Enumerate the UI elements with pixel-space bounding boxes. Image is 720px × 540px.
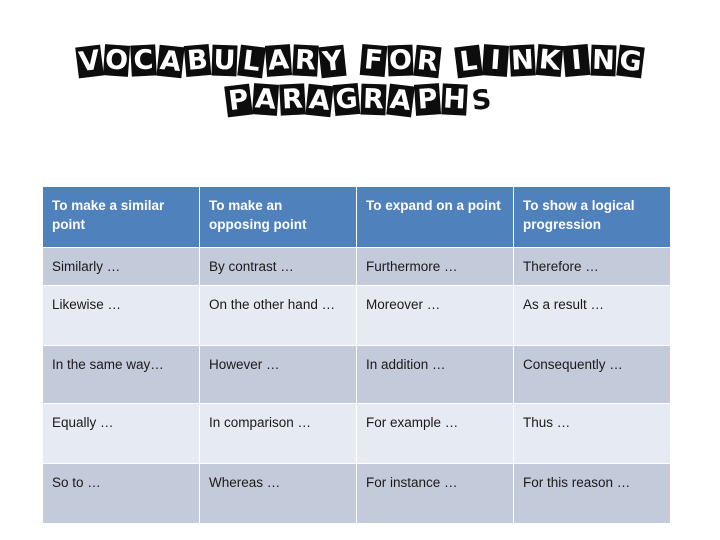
title-letter-tile: I	[481, 44, 510, 77]
table-cell: Moreover …	[356, 285, 514, 346]
table-header-row: To make a similar point To make an oppos…	[42, 186, 671, 248]
title-letter-tile: G	[616, 44, 645, 79]
table-row: In the same way… However … In addition ……	[42, 345, 671, 404]
title-line-1: VO C A B U L A R Y F O R L I N K I NG	[0, 43, 720, 79]
title-letter-tile: A	[156, 44, 185, 79]
title-letter-tile: R	[413, 44, 442, 79]
title-letter-tile: F	[359, 43, 388, 78]
title-letter-tile: R	[360, 83, 387, 116]
table-cell: Whereas …	[199, 463, 357, 524]
title-letter-tile: V	[75, 44, 104, 79]
table-cell: In addition …	[356, 345, 514, 404]
table-cell: Furthermore …	[356, 247, 514, 286]
slide-title: VO C A B U L A R Y F O R L I N K I NG P A R AG R A P H S	[0, 43, 720, 118]
title-letter-tile: N	[509, 44, 536, 77]
table-cell: So to …	[42, 463, 200, 524]
title-letter-tile: S	[467, 83, 496, 118]
table-cell: However …	[199, 345, 357, 404]
table-row: Likewise … On the other hand … Moreover …	[42, 285, 671, 346]
table-cell: For example …	[356, 403, 514, 464]
table-cell: As a result …	[513, 285, 671, 346]
table-row: Equally … In comparison … For example … …	[42, 403, 671, 464]
table-cell: In the same way…	[42, 345, 200, 404]
title-letter-tile: P	[413, 83, 442, 116]
title-letter-tile: R	[279, 83, 306, 116]
table-cell: Similarly …	[42, 247, 200, 286]
table-cell: For instance …	[356, 463, 514, 524]
table-cell: Therefore …	[513, 247, 671, 286]
table-row: Similarly … By contrast … Furthermore … …	[42, 247, 671, 286]
table-row: So to … Whereas … For instance … For thi…	[42, 463, 671, 524]
title-letter-tile: A	[251, 83, 280, 116]
title-letter-tile: R	[292, 44, 319, 77]
title-letter-tile: H	[441, 83, 468, 116]
title-line-2: P A R AG R A P H S	[0, 82, 720, 118]
title-letter-tile: A	[386, 83, 415, 118]
title-letter-tile: O	[102, 44, 131, 77]
title-letter-tile: I	[562, 43, 591, 78]
table-cell: For this reason …	[513, 463, 671, 524]
column-header-logical-progression: To show a logical progression	[513, 186, 671, 248]
linking-vocabulary-table: To make a similar point To make an oppos…	[42, 186, 671, 524]
table-cell: Thus …	[513, 403, 671, 464]
column-header-opposing-point: To make an opposing point	[199, 186, 357, 248]
column-header-similar-point: To make a similar point	[42, 186, 200, 248]
title-letter-tile: G	[332, 82, 361, 117]
table-body: Similarly … By contrast … Furthermore … …	[42, 247, 671, 524]
title-letter-tile: A	[305, 83, 334, 118]
table-cell: Consequently …	[513, 345, 671, 404]
title-letter-tile: L	[237, 44, 266, 79]
title-letter-tile: Y	[318, 44, 347, 79]
title-letter-tile: K	[535, 43, 564, 78]
title-letter-tile: U	[211, 44, 238, 77]
title-letter-tile: N	[590, 44, 617, 77]
title-letter-tile: B	[183, 43, 212, 78]
title-letter-tile: A	[264, 44, 293, 77]
column-header-expand-point: To expand on a point	[356, 186, 514, 248]
table-header: To make a similar point To make an oppos…	[42, 186, 671, 248]
table-cell: Equally …	[42, 403, 200, 464]
table-cell: Likewise …	[42, 285, 200, 346]
title-letter-tile: C	[130, 44, 157, 77]
title-letter-tile: O	[387, 44, 414, 77]
table-cell: By contrast …	[199, 247, 357, 286]
table-cell: In comparison …	[199, 403, 357, 464]
title-letter-tile: L	[454, 44, 483, 79]
table-cell: On the other hand …	[199, 285, 357, 346]
title-letter-tile: P	[224, 83, 253, 118]
